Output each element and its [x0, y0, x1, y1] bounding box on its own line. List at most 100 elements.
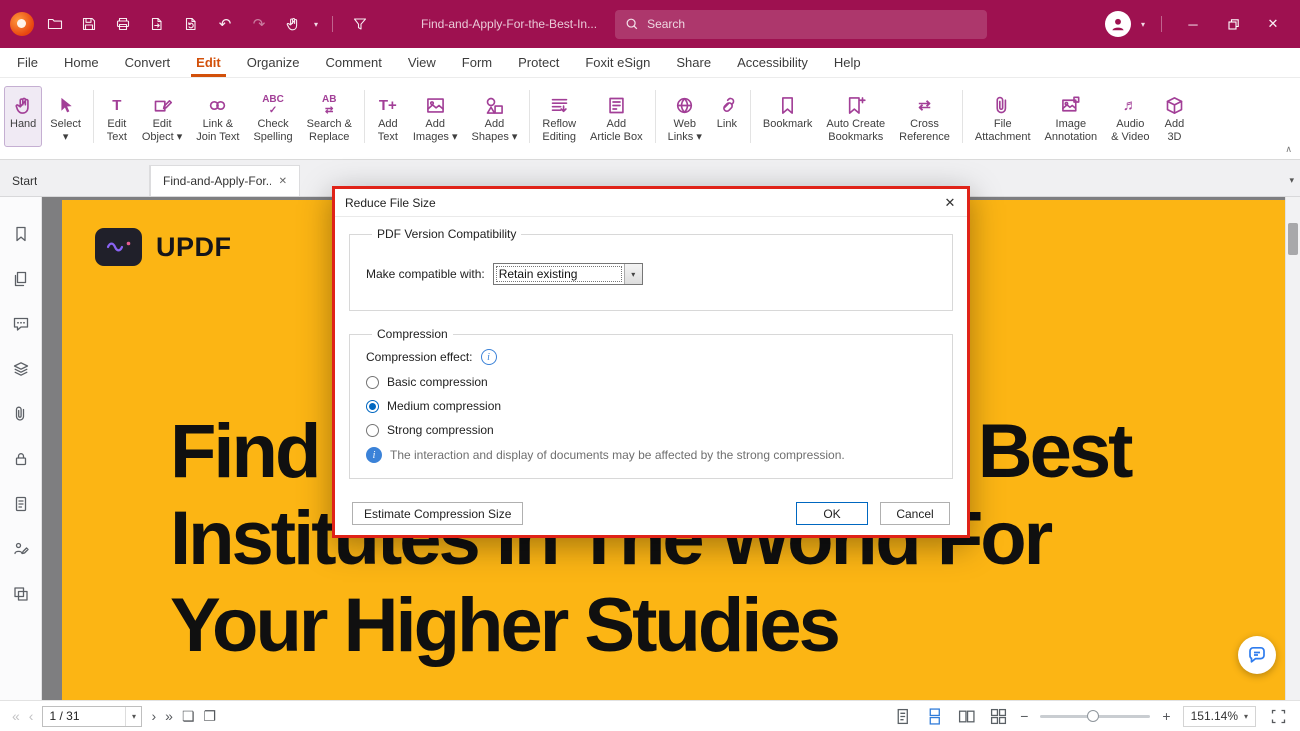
sidebar-security[interactable] — [8, 446, 34, 472]
ribbon-reflow-editing-button[interactable]: Reflow Editing — [536, 86, 582, 147]
collapse-ribbon-icon[interactable]: ∧ — [1285, 144, 1292, 155]
ribbon-check-spelling-button[interactable]: ABC ✓ Check Spelling — [247, 86, 298, 147]
page-number-input[interactable] — [43, 707, 125, 726]
sidebar-comments[interactable] — [8, 311, 34, 337]
ribbon-select-button[interactable]: Select ▾ — [44, 86, 87, 147]
scrollbar-thumb[interactable] — [1288, 223, 1298, 255]
tab-close-icon[interactable]: ✕ — [279, 176, 287, 187]
sidebar-layers[interactable] — [8, 356, 34, 382]
sidebar-attachments[interactable] — [8, 401, 34, 427]
search-bar[interactable] — [615, 10, 987, 39]
estimate-compression-size-button[interactable]: Estimate Compression Size — [352, 502, 523, 525]
facing-view-button[interactable] — [956, 706, 976, 726]
ribbon-auto-create-bookmarks-button[interactable]: Auto Create Bookmarks — [820, 86, 891, 147]
ribbon-add-images-button[interactable]: Add Images ▾ — [407, 86, 464, 147]
zoom-level-dropdown[interactable]: 151.14% ▾ — [1183, 706, 1256, 727]
ribbon-divider — [750, 90, 751, 143]
menu-home[interactable]: Home — [51, 48, 112, 77]
minimize-button[interactable]: ─ — [1178, 10, 1208, 38]
ribbon-add-shapes-button[interactable]: Add Shapes ▾ — [466, 86, 524, 147]
info-icon[interactable]: i — [481, 349, 497, 365]
combo-dropdown-icon[interactable]: ▾ — [624, 264, 642, 284]
ribbon-web-links-button[interactable]: Web Links ▾ — [662, 86, 708, 147]
ribbon-cross-reference-button[interactable]: ⇄ Cross Reference — [893, 86, 956, 147]
menu-help[interactable]: Help — [821, 48, 874, 77]
tab-start[interactable]: Start — [0, 165, 150, 196]
save-button[interactable] — [76, 11, 102, 37]
sidebar-destinations[interactable] — [8, 491, 34, 517]
radio-medium-compression[interactable]: Medium compression — [366, 399, 936, 413]
ribbon-image-annotation-button[interactable]: Image Annotation — [1039, 86, 1104, 147]
sidebar-organize-pages[interactable] — [8, 581, 34, 607]
menu-view[interactable]: View — [395, 48, 449, 77]
open-file-button[interactable] — [42, 11, 68, 37]
restore-button[interactable] — [1218, 10, 1248, 38]
menu-organize[interactable]: Organize — [234, 48, 313, 77]
zoom-slider[interactable] — [1040, 715, 1150, 718]
ribbon-hand-button[interactable]: Hand — [4, 86, 42, 147]
zoom-out-button[interactable]: − — [1020, 708, 1028, 724]
ribbon-add-text-button[interactable]: T+ Add Text — [371, 86, 405, 147]
ribbon-audio-video-button[interactable]: ♬ Audio & Video — [1105, 86, 1155, 147]
cancel-button[interactable]: Cancel — [880, 502, 950, 525]
convert-doc-icon — [183, 16, 199, 32]
fullscreen-button[interactable] — [1268, 706, 1288, 726]
sidebar-fill-sign[interactable] — [8, 536, 34, 562]
search-input[interactable] — [647, 17, 977, 31]
menu-foxit-esign[interactable]: Foxit eSign — [572, 48, 663, 77]
ribbon-link-button[interactable]: Link — [710, 86, 744, 147]
next-page-button[interactable]: › — [151, 709, 156, 723]
ribbon-bookmark-button[interactable]: Bookmark — [757, 86, 819, 147]
sidebar-page-thumbnails[interactable] — [8, 266, 34, 292]
print-button[interactable] — [110, 11, 136, 37]
continuous-view-button[interactable] — [924, 706, 944, 726]
page-number-box[interactable]: ▾ — [42, 706, 142, 727]
first-page-button[interactable]: « — [12, 709, 20, 723]
menu-file[interactable]: File — [4, 48, 51, 77]
ribbon-search-replace-button[interactable]: AB ⇄ Search & Replace — [301, 86, 358, 147]
ribbon-edit-object-button[interactable]: Edit Object ▾ — [136, 86, 188, 147]
undo-button[interactable]: ↶ — [212, 11, 238, 37]
menu-protect[interactable]: Protect — [505, 48, 572, 77]
tab-list-caret-icon[interactable]: ▾ — [1289, 175, 1294, 186]
tab-document[interactable]: Find-and-Apply-For... ✕ — [150, 165, 300, 196]
ok-button[interactable]: OK — [796, 502, 868, 525]
zoom-slider-thumb[interactable] — [1087, 710, 1099, 722]
ribbon-file-attachment-button[interactable]: File Attachment — [969, 86, 1037, 147]
page-number-caret-icon[interactable]: ▾ — [125, 707, 141, 726]
previous-page-button[interactable]: ‹ — [29, 709, 34, 723]
single-page-view-button[interactable] — [892, 706, 912, 726]
ai-assistant-button[interactable] — [1238, 636, 1276, 674]
vertical-scrollbar[interactable] — [1285, 197, 1300, 700]
export-button[interactable] — [144, 11, 170, 37]
snapshot-button[interactable]: ❏ — [182, 709, 195, 723]
zoom-in-button[interactable]: + — [1162, 708, 1170, 724]
search-replace-icon: AB ⇄ — [322, 92, 336, 118]
search-icon — [625, 17, 639, 31]
menu-form[interactable]: Form — [449, 48, 505, 77]
clipboard-button[interactable]: ❐ — [204, 709, 217, 723]
redo-button[interactable]: ↷ — [246, 11, 272, 37]
ribbon-add-article-box-button[interactable]: Add Article Box — [584, 86, 649, 147]
close-button[interactable]: ✕ — [1258, 10, 1288, 38]
menu-convert[interactable]: Convert — [112, 48, 184, 77]
ribbon-link-join-text-button[interactable]: Link & Join Text — [190, 86, 245, 147]
menu-edit[interactable]: Edit — [183, 48, 234, 77]
share-hand-button[interactable] — [280, 11, 306, 37]
ribbon-add-3d-button[interactable]: Add 3D — [1157, 86, 1191, 147]
menu-accessibility[interactable]: Accessibility — [724, 48, 821, 77]
grid-view-button[interactable] — [988, 706, 1008, 726]
radio-strong-compression[interactable]: Strong compression — [366, 423, 936, 437]
dialog-close-button[interactable]: ✕ — [933, 195, 967, 211]
menu-share[interactable]: Share — [663, 48, 724, 77]
compatibility-select[interactable]: Retain existing ▾ — [493, 263, 643, 285]
last-page-button[interactable]: » — [165, 709, 173, 723]
account-caret-icon: ▾ — [1141, 20, 1145, 29]
sidebar-bookmarks[interactable] — [8, 221, 34, 247]
menu-comment[interactable]: Comment — [312, 48, 394, 77]
filter-button[interactable] — [347, 11, 373, 37]
account-avatar[interactable] — [1105, 11, 1131, 37]
convert-button[interactable] — [178, 11, 204, 37]
ribbon-edit-text-button[interactable]: T Edit Text — [100, 86, 134, 147]
radio-basic-compression[interactable]: Basic compression — [366, 375, 936, 389]
